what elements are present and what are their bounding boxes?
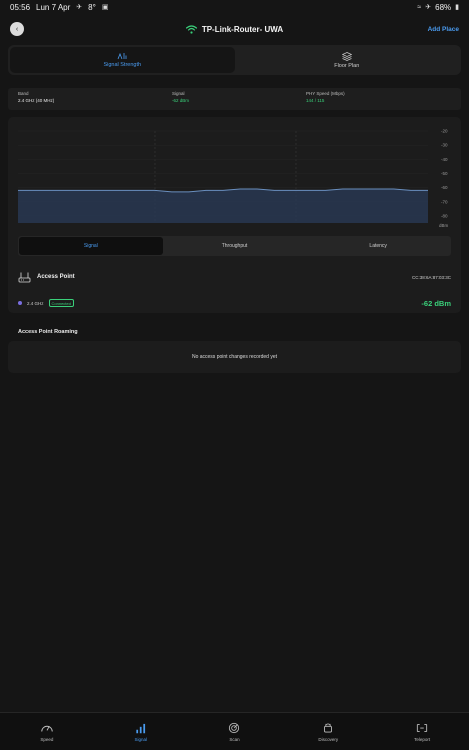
- teleport-icon: [416, 723, 428, 732]
- speedometer-icon: [41, 725, 53, 732]
- y-tick-label: -60: [441, 185, 448, 190]
- back-icon: ‹: [15, 25, 19, 33]
- status-date: Lun 7 Apr: [36, 2, 71, 12]
- phy-value: 144 / 115: [306, 98, 325, 103]
- band-info: Band 2.4 GHz (40 MHz): [18, 91, 172, 107]
- network-title-wrap: TP-Link-Router- UWA: [0, 25, 469, 34]
- status-bar: 05:56 Lun 7 Apr ✈ 8° ▣ ≈ ✈ 68% ▮: [0, 0, 469, 14]
- mode-tabs: Signal Strength Floor Plan: [8, 45, 461, 75]
- back-button[interactable]: ‹: [10, 22, 24, 36]
- band-dot: [18, 301, 22, 305]
- nav-discovery[interactable]: Discovery: [281, 713, 375, 750]
- access-point-band: 2.4 GHz: [27, 300, 44, 306]
- floor-plan-icon: [341, 51, 352, 61]
- airplane-icon: ✈: [425, 4, 432, 11]
- chart-tabs: Signal Throughput Latency: [18, 236, 451, 256]
- tab-floor-plan[interactable]: Floor Plan: [235, 47, 460, 73]
- band-label: Band: [18, 91, 29, 96]
- phy-label: PHY Speed (Mbps): [306, 91, 345, 96]
- y-tick-label: -30: [441, 143, 448, 148]
- bottom-nav: Speed Signal Scan Discovery Teleport: [0, 712, 469, 750]
- network-title: TP-Link-Router- UWA: [201, 24, 284, 34]
- y-tick-label: -20: [441, 129, 448, 134]
- roaming-empty-text: No access point changes recorded yet: [191, 354, 278, 360]
- nav-speed[interactable]: Speed: [0, 713, 94, 750]
- nav-teleport-label: Teleport: [414, 736, 431, 742]
- add-place-button[interactable]: Add Place: [428, 26, 459, 33]
- access-point-signal: -62 dBm: [421, 298, 451, 308]
- signal-value: -62 dBm: [172, 98, 190, 103]
- signal-label: Signal: [172, 91, 185, 96]
- tab-signal-strength[interactable]: Signal Strength: [10, 47, 235, 73]
- chart-tab-latency[interactable]: Latency: [306, 237, 450, 255]
- battery-percent: 68%: [435, 2, 452, 12]
- radar-icon: [229, 722, 240, 733]
- wifi-status-icon: ≈: [417, 3, 422, 11]
- nav-speed-label: Speed: [40, 736, 54, 742]
- connection-info: Band 2.4 GHz (40 MHz) Signal -62 dBm PHY…: [8, 88, 461, 110]
- signal-area: [18, 189, 428, 223]
- nav-teleport[interactable]: Teleport: [375, 713, 469, 750]
- nav-scan-label: Scan: [229, 736, 240, 742]
- chart-tab-throughput[interactable]: Throughput: [163, 237, 307, 255]
- signal-bars-icon: [136, 723, 145, 733]
- y-tick-label: -80: [441, 213, 448, 218]
- nav-signal-label: Signal: [134, 736, 147, 742]
- band-value: 2.4 GHz (40 MHz): [18, 98, 55, 103]
- nav-scan[interactable]: Scan: [188, 713, 282, 750]
- wifi-icon: [185, 24, 197, 34]
- access-point-title: Access Point: [37, 274, 75, 280]
- signal-chart: -20 -30 -40 -50 -60 -70 -80 dBm: [18, 129, 449, 228]
- access-point-row: Access Point CC:38:6A:87:03:3C: [18, 269, 451, 285]
- access-point-band-row: 2.4 GHz Connected -62 dBm: [18, 297, 451, 309]
- status-time: 05:56: [10, 2, 31, 12]
- tab-floor-plan-label: Floor Plan: [334, 62, 360, 69]
- signal-chart-card: -20 -30 -40 -50 -60 -70 -80 dBm Signal Throughp…: [8, 117, 461, 313]
- roaming-title: Access Point Roaming: [18, 329, 78, 335]
- y-axis-unit: dBm: [439, 223, 449, 228]
- nav-discovery-label: Discovery: [318, 736, 339, 742]
- telegram-icon: ✈: [76, 4, 83, 11]
- android-icon: [324, 723, 333, 733]
- connected-badge: Connected: [48, 299, 74, 307]
- y-tick-label: -50: [441, 171, 448, 176]
- signal-info: Signal -62 dBm: [172, 91, 306, 107]
- gallery-icon: ▣: [101, 4, 109, 11]
- phy-info: PHY Speed (Mbps) 144 / 115: [306, 91, 345, 107]
- router-icon: [18, 272, 31, 283]
- access-point-mac: CC:38:6A:87:03:3C: [411, 274, 451, 280]
- top-bar: ‹ TP-Link-Router- UWA Add Place: [0, 18, 469, 40]
- tab-signal-strength-label: Signal Strength: [103, 62, 142, 68]
- chart-tab-signal[interactable]: Signal: [19, 237, 163, 255]
- status-temp: 8°: [88, 2, 96, 12]
- nav-signal[interactable]: Signal: [94, 713, 188, 750]
- y-tick-label: -70: [441, 199, 448, 204]
- y-tick-label: -40: [441, 157, 448, 162]
- roaming-card: No access point changes recorded yet: [8, 341, 461, 373]
- battery-icon: ▮: [455, 4, 459, 11]
- signal-strength-icon: [117, 52, 127, 60]
